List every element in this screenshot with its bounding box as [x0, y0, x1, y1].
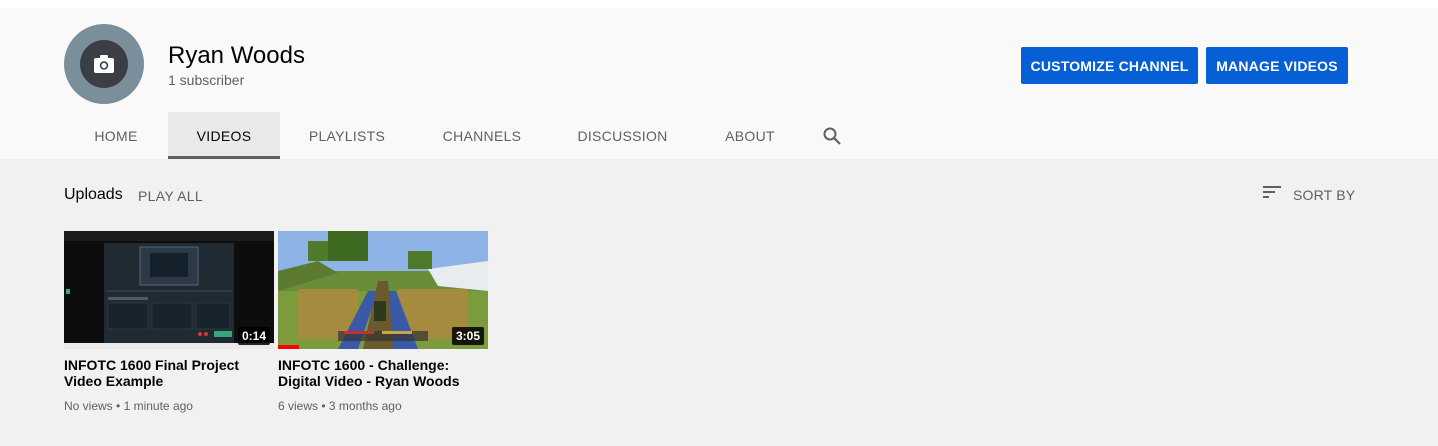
video-thumbnail[interactable]: 0:14	[64, 231, 274, 349]
tab-discussion[interactable]: DISCUSSION	[550, 112, 695, 159]
tab-home[interactable]: HOME	[64, 112, 168, 159]
video-views: 6 views	[278, 399, 319, 413]
video-meta: 6 views • 3 months ago	[278, 399, 488, 413]
watch-progress-bar	[278, 345, 299, 349]
video-duration: 0:14	[237, 327, 270, 345]
customize-channel-button[interactable]: CUSTOMIZE CHANNEL	[1021, 47, 1198, 84]
tab-about[interactable]: ABOUT	[695, 112, 805, 159]
tab-channels[interactable]: CHANNELS	[414, 112, 550, 159]
subscriber-count: 1 subscriber	[168, 72, 245, 88]
meta-separator: •	[321, 399, 329, 413]
channel-avatar[interactable]: R	[64, 24, 144, 104]
video-views: No views	[64, 399, 113, 413]
play-all-button[interactable]: PLAY ALL	[138, 188, 203, 204]
video-card[interactable]: 3:05 INFOTC 1600 - Challenge: Digital Vi…	[278, 231, 488, 413]
sort-by-button[interactable]: SORT BY	[1262, 184, 1355, 205]
video-title[interactable]: INFOTC 1600 Final Project Video Example	[64, 357, 264, 389]
meta-separator: •	[116, 399, 124, 413]
video-age: 1 minute ago	[123, 399, 193, 413]
uploads-heading[interactable]: Uploads	[64, 186, 123, 204]
sort-by-label: SORT BY	[1293, 186, 1356, 203]
channel-name: Ryan Woods	[168, 42, 305, 69]
search-icon[interactable]	[805, 112, 859, 159]
video-card[interactable]: 0:14 INFOTC 1600 Final Project Video Exa…	[64, 231, 274, 413]
channel-page: R Ryan Woods 1 subscriber CUSTOMIZE CHAN…	[0, 0, 1438, 446]
channel-tabs: HOME VIDEOS PLAYLISTS CHANNELS DISCUSSIO…	[64, 112, 859, 159]
video-title[interactable]: INFOTC 1600 - Challenge: Digital Video -…	[278, 357, 478, 389]
sort-icon	[1262, 184, 1282, 205]
video-age: 3 months ago	[328, 399, 402, 413]
tab-videos[interactable]: VIDEOS	[168, 112, 280, 159]
channel-header: R Ryan Woods 1 subscriber CUSTOMIZE CHAN…	[0, 8, 1438, 159]
video-meta: No views • 1 minute ago	[64, 399, 274, 413]
video-thumbnail[interactable]: 3:05	[278, 231, 488, 349]
video-duration: 3:05	[451, 327, 484, 345]
manage-videos-button[interactable]: MANAGE VIDEOS	[1206, 47, 1348, 84]
uploads-section: Uploads PLAY ALL SORT BY 0:14 INFOTC 160…	[0, 159, 1438, 446]
camera-icon[interactable]	[80, 40, 128, 88]
tab-playlists[interactable]: PLAYLISTS	[280, 112, 414, 159]
